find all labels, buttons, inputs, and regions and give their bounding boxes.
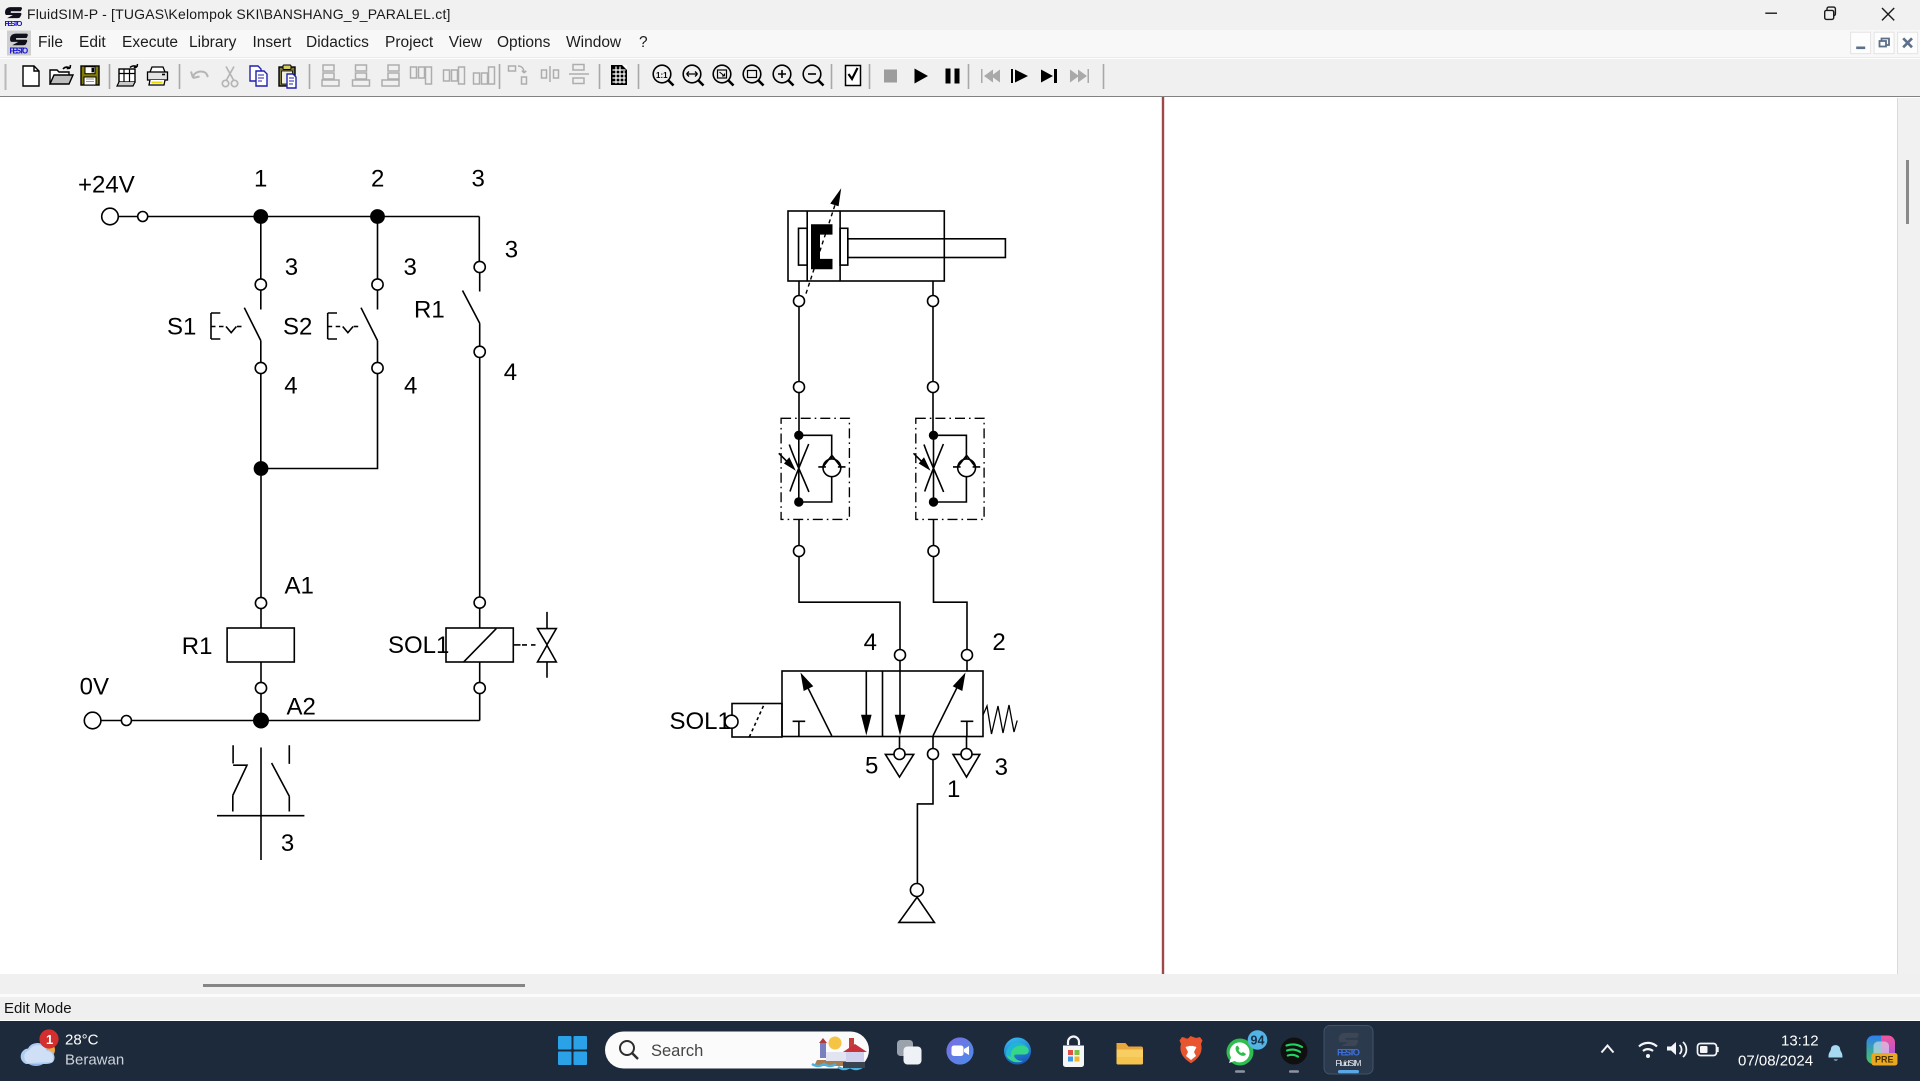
svg-text:Execute: Execute [122,34,178,51]
svg-text:Edit: Edit [79,34,106,51]
svg-text:Window: Window [566,34,622,51]
svg-text:1: 1 [46,1032,53,1047]
svg-text:?: ? [639,34,648,51]
svg-text:Berawan: Berawan [65,1052,124,1069]
svg-text:Didactics: Didactics [306,34,369,51]
svg-text:13:12: 13:12 [1781,1033,1819,1050]
svg-text:View: View [449,34,483,51]
svg-text:File: File [38,34,63,51]
svg-text:FluidSIM: FluidSIM [1336,1058,1362,1068]
svg-text:07/08/2024: 07/08/2024 [1738,1053,1813,1070]
svg-text:Insert: Insert [253,34,292,51]
svg-text:FESTO: FESTO [1337,1048,1360,1059]
svg-text:94: 94 [1251,1034,1265,1048]
svg-text:PRE: PRE [1875,1055,1894,1065]
svg-text:Options: Options [497,34,551,51]
svg-text:Library: Library [189,34,237,51]
svg-text:1:1: 1:1 [656,71,668,80]
svg-text:Search: Search [651,1042,703,1060]
svg-text:Project: Project [385,34,434,51]
svg-text:28°C: 28°C [65,1032,99,1049]
